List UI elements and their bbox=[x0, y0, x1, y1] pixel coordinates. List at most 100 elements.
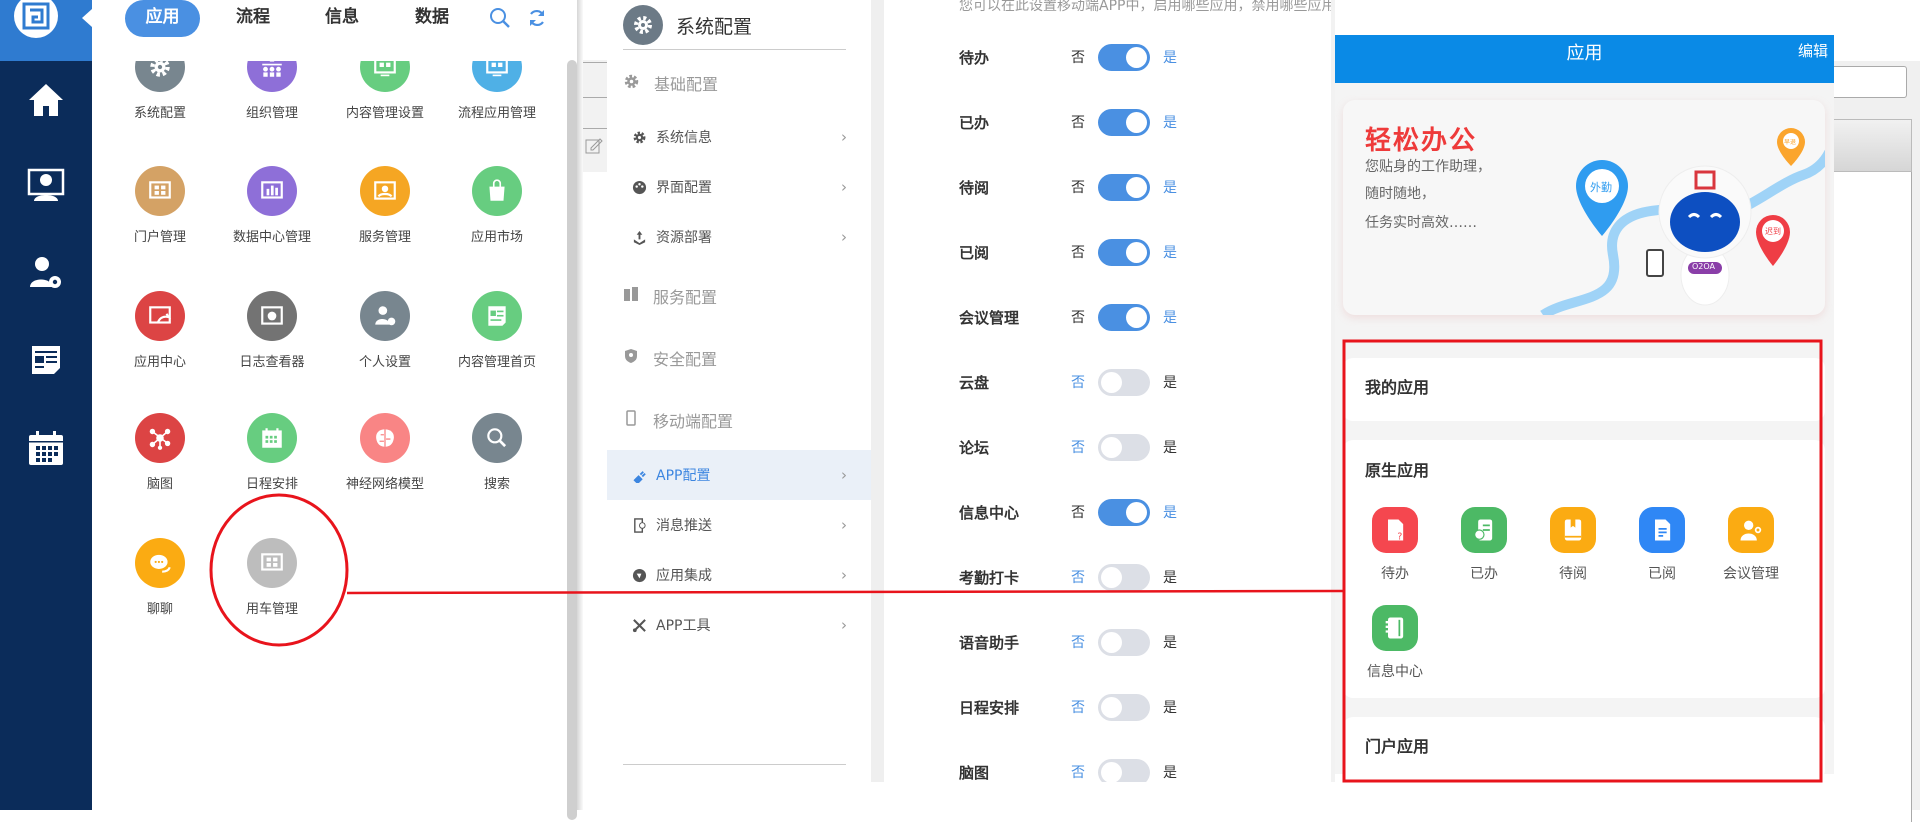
menu-group[interactable]: 安全配置 bbox=[623, 346, 717, 370]
yes-label[interactable]: 是 bbox=[1163, 632, 1177, 652]
no-label[interactable]: 否 bbox=[1071, 567, 1085, 587]
calendar-icon bbox=[247, 413, 297, 463]
app-tile[interactable]: 日程安排 bbox=[216, 413, 328, 492]
tab-info[interactable]: 信息 bbox=[304, 0, 380, 37]
app-label: 神经网络模型 bbox=[345, 477, 424, 492]
toggle-switch[interactable] bbox=[1098, 498, 1150, 526]
refresh-icon[interactable] bbox=[527, 8, 547, 32]
app-tile[interactable]: 流程应用管理 bbox=[441, 61, 553, 121]
mobile-icon bbox=[623, 410, 639, 430]
native-app-tile[interactable]: 信息中心 bbox=[1355, 605, 1435, 681]
banner-card[interactable]: 轻松办公 您贴身的工作助理， 随时随地， 任务实时高效…… 外勤 早退 迟到 O… bbox=[1343, 100, 1825, 315]
yes-label[interactable]: 是 bbox=[1163, 697, 1177, 717]
native-app-tile[interactable]: 待阅 bbox=[1533, 507, 1613, 583]
native-app-tile[interactable]: 会议管理 bbox=[1711, 507, 1791, 583]
app-label: 服务管理 bbox=[358, 230, 411, 245]
app-tile[interactable]: 数据中心管理 bbox=[216, 166, 328, 245]
yes-label[interactable]: 是 bbox=[1163, 437, 1177, 457]
no-label[interactable]: 否 bbox=[1071, 437, 1085, 457]
tab-process[interactable]: 流程 bbox=[215, 0, 291, 37]
app-tile[interactable]: 应用市场 bbox=[441, 166, 553, 245]
monitor-user-icon[interactable] bbox=[20, 165, 72, 205]
yes-label[interactable]: 是 bbox=[1163, 762, 1177, 782]
menu-item[interactable]: APP配置 › bbox=[607, 450, 871, 500]
toggle-switch[interactable] bbox=[1098, 108, 1150, 136]
edit-button[interactable]: 编辑 bbox=[1798, 40, 1828, 61]
menu-group[interactable]: 服务配置 bbox=[623, 284, 717, 308]
no-label[interactable]: 否 bbox=[1071, 632, 1085, 652]
no-label[interactable]: 否 bbox=[1071, 47, 1085, 67]
user-settings-icon[interactable] bbox=[20, 253, 72, 293]
no-label[interactable]: 否 bbox=[1071, 177, 1085, 197]
menu-item[interactable]: APP工具 › bbox=[607, 600, 871, 650]
meeting-icon bbox=[1728, 507, 1774, 553]
logo-icon[interactable] bbox=[14, 0, 58, 38]
background-button[interactable] bbox=[1829, 119, 1912, 172]
app-label: 应用中心 bbox=[133, 355, 186, 370]
org-icon bbox=[247, 61, 297, 92]
app-tile[interactable]: 门户管理 bbox=[104, 166, 216, 245]
background-input[interactable] bbox=[1829, 66, 1907, 98]
tab-apps[interactable]: 应用 bbox=[125, 0, 200, 37]
toggle-row: 云盘 否 是 bbox=[959, 367, 1299, 397]
menu-group[interactable]: 基础配置 bbox=[623, 71, 718, 95]
no-label[interactable]: 否 bbox=[1071, 697, 1085, 717]
app-tile[interactable]: 系统配置 bbox=[104, 61, 216, 121]
menu-group[interactable]: 移动端配置 bbox=[623, 408, 733, 432]
tab-data[interactable]: 数据 bbox=[394, 0, 470, 37]
menu-item[interactable]: 界面配置 › bbox=[607, 162, 871, 212]
toggle-switch[interactable] bbox=[1098, 563, 1150, 591]
app-tile[interactable]: 脑图 bbox=[104, 413, 216, 492]
native-app-tile[interactable]: ? 待办 bbox=[1355, 507, 1435, 583]
app-tile[interactable]: 内容管理首页 bbox=[441, 291, 553, 370]
toggle-switch[interactable] bbox=[1098, 173, 1150, 201]
app-tile[interactable]: 服务管理 bbox=[329, 166, 441, 245]
menu-item[interactable]: 系统信息 › bbox=[607, 112, 871, 162]
app-tile[interactable]: 神经网络模型 bbox=[329, 413, 441, 492]
yes-label[interactable]: 是 bbox=[1163, 567, 1177, 587]
yes-label[interactable]: 是 bbox=[1163, 112, 1177, 132]
toggle-switch[interactable] bbox=[1098, 303, 1150, 331]
yes-label[interactable]: 是 bbox=[1163, 307, 1177, 327]
yes-label[interactable]: 是 bbox=[1163, 47, 1177, 67]
toggle-switch[interactable] bbox=[1098, 238, 1150, 266]
app-tile[interactable]: 组织管理 bbox=[216, 61, 328, 121]
menu-item[interactable]: 应用集成 › bbox=[607, 550, 871, 600]
toggle-switch[interactable] bbox=[1098, 628, 1150, 656]
app-tile[interactable]: 内容管理设置 bbox=[329, 61, 441, 121]
native-app-label: 已阅 bbox=[1648, 566, 1676, 582]
yes-label[interactable]: 是 bbox=[1163, 502, 1177, 522]
no-label[interactable]: 否 bbox=[1071, 502, 1085, 522]
toggle-switch[interactable] bbox=[1098, 758, 1150, 782]
app-tile[interactable]: 聊聊 bbox=[104, 538, 216, 617]
menu-item[interactable]: 资源部署 › bbox=[607, 212, 871, 262]
no-label[interactable]: 否 bbox=[1071, 242, 1085, 262]
no-label[interactable]: 否 bbox=[1071, 307, 1085, 327]
calendar-icon[interactable] bbox=[20, 428, 72, 468]
no-label[interactable]: 否 bbox=[1071, 372, 1085, 392]
app-tile[interactable]: 应用中心 bbox=[104, 291, 216, 370]
no-label[interactable]: 否 bbox=[1071, 112, 1085, 132]
search-icon[interactable] bbox=[489, 7, 511, 33]
menu-group-label: 服务配置 bbox=[653, 288, 718, 307]
toggle-switch[interactable] bbox=[1098, 693, 1150, 721]
native-app-tile[interactable]: 已办 bbox=[1444, 507, 1524, 583]
app-tile[interactable]: 用车管理 bbox=[216, 538, 328, 617]
app-tile[interactable]: 搜索 bbox=[441, 413, 553, 492]
bag-icon bbox=[472, 166, 522, 216]
no-label[interactable]: 否 bbox=[1071, 762, 1085, 782]
toggle-switch[interactable] bbox=[1098, 433, 1150, 461]
yes-label[interactable]: 是 bbox=[1163, 372, 1177, 392]
native-app-tile[interactable]: 已阅 bbox=[1622, 507, 1702, 583]
app-tile[interactable]: 个人设置 bbox=[329, 291, 441, 370]
menu-item[interactable]: 消息推送 › bbox=[607, 500, 871, 550]
app-tile[interactable]: 日志查看器 bbox=[216, 291, 328, 370]
toggle-switch[interactable] bbox=[1098, 368, 1150, 396]
app-panel-scrollbar[interactable] bbox=[567, 60, 577, 820]
news-icon[interactable] bbox=[20, 340, 72, 380]
edit-icon[interactable] bbox=[585, 136, 603, 158]
yes-label[interactable]: 是 bbox=[1163, 177, 1177, 197]
home-icon[interactable] bbox=[20, 80, 72, 120]
yes-label[interactable]: 是 bbox=[1163, 242, 1177, 262]
toggle-switch[interactable] bbox=[1098, 43, 1150, 71]
